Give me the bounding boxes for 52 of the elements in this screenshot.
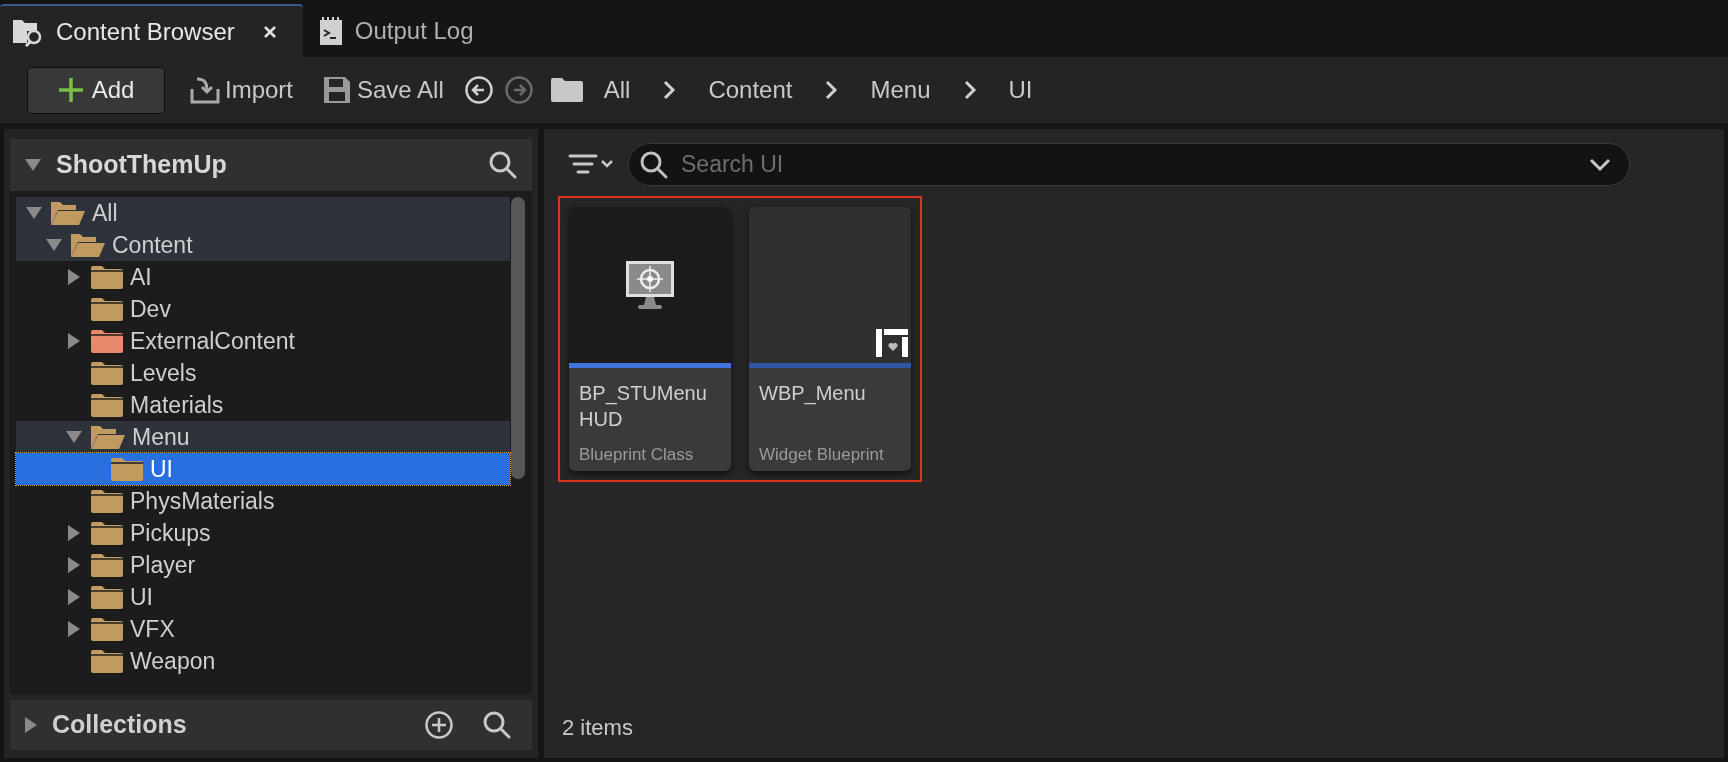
import-icon bbox=[189, 75, 221, 105]
asset-name: WBP_Menu bbox=[758, 381, 867, 407]
asset-tile[interactable]: WBP_Menu Widget Blueprint bbox=[749, 207, 911, 471]
add-collection-button[interactable] bbox=[424, 710, 454, 740]
tree-item[interactable]: Dev bbox=[16, 293, 510, 325]
search-input[interactable]: Search UI bbox=[681, 147, 1577, 182]
asset-name: BP_STUMenu HUD bbox=[578, 381, 708, 432]
breadcrumb[interactable]: UI bbox=[998, 72, 1043, 108]
tree-item[interactable]: All bbox=[16, 197, 510, 229]
tree-item[interactable]: Player bbox=[16, 549, 510, 581]
tree-item[interactable]: UI bbox=[16, 581, 510, 613]
search-field[interactable]: Search UI bbox=[628, 143, 1630, 186]
import-button[interactable]: Import bbox=[179, 72, 303, 108]
tree-item[interactable]: AI bbox=[16, 261, 510, 293]
breadcrumb[interactable]: All bbox=[593, 72, 641, 108]
close-icon bbox=[262, 24, 277, 39]
search-icon bbox=[488, 150, 518, 180]
save-all-button[interactable]: Save All bbox=[313, 72, 454, 108]
section-title: ShootThemUp bbox=[56, 149, 228, 181]
back-button[interactable] bbox=[463, 75, 494, 105]
breadcrumb[interactable]: Menu bbox=[860, 72, 941, 108]
chevron-right-icon bbox=[824, 80, 839, 100]
tree-item[interactable]: PhysMaterials bbox=[16, 485, 510, 517]
tree-item[interactable]: ExternalContent bbox=[16, 325, 510, 357]
chevron-down-icon bbox=[1589, 157, 1611, 172]
add-button[interactable]: Add bbox=[27, 66, 165, 114]
chevron-right-icon bbox=[962, 80, 977, 100]
search-icon bbox=[639, 149, 669, 180]
breadcrumb[interactable]: Content bbox=[698, 72, 803, 108]
item-count: 2 items bbox=[561, 714, 634, 742]
asset-type: Widget Blueprint bbox=[758, 444, 885, 466]
monitor-crosshair-icon bbox=[624, 259, 676, 311]
tree-item[interactable]: Menu bbox=[16, 421, 510, 453]
folder-icon bbox=[549, 77, 584, 103]
tree-item[interactable]: Content bbox=[16, 229, 510, 261]
section-title: Collections bbox=[52, 709, 188, 741]
scrollbar[interactable] bbox=[511, 197, 525, 479]
tree-item[interactable]: Levels bbox=[16, 357, 510, 389]
tree-item[interactable]: VFX bbox=[16, 613, 510, 645]
tab[interactable]: Output Log bbox=[302, 4, 490, 57]
tab[interactable]: Content Browser bbox=[0, 4, 303, 57]
tree-item[interactable]: Weapon bbox=[16, 645, 510, 677]
tree-item[interactable]: Materials bbox=[16, 389, 510, 421]
asset-type: Blueprint Class bbox=[578, 444, 695, 466]
search-icon bbox=[482, 710, 512, 740]
tree-item[interactable]: Pickups bbox=[16, 517, 510, 549]
asset-tile[interactable]: BP_STUMenu HUD Blueprint Class bbox=[569, 207, 731, 471]
chevron-right-icon bbox=[662, 80, 677, 100]
plus-icon bbox=[57, 77, 84, 103]
notepad-icon bbox=[318, 15, 343, 46]
tree-item[interactable]: UI bbox=[16, 453, 510, 485]
widget-icon bbox=[876, 329, 908, 357]
